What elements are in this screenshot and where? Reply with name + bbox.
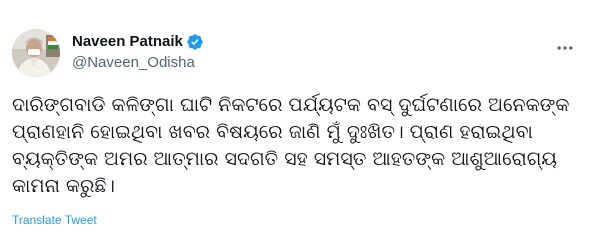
tweet-card: Naveen Patnaik @Naveen_Odisha ଦାରିଙ୍ଗବାଡ… — [0, 0, 593, 246]
profile-photo-icon — [12, 29, 60, 77]
verified-badge-icon — [186, 33, 204, 51]
author-identity: Naveen Patnaik @Naveen_Odisha — [72, 32, 204, 73]
tweet-header: Naveen Patnaik @Naveen_Odisha — [12, 29, 581, 77]
author-name-row: Naveen Patnaik — [72, 32, 204, 52]
author-handle[interactable]: @Naveen_Odisha — [72, 53, 204, 73]
more-options-button[interactable] — [554, 37, 576, 59]
avatar[interactable] — [12, 29, 60, 77]
author-name[interactable]: Naveen Patnaik — [72, 32, 183, 52]
more-horizontal-icon — [557, 46, 573, 50]
translate-tweet-link[interactable]: Translate Tweet — [12, 212, 97, 228]
tweet-text: ଦାରିଙ୍ଗବାଡି କଳିଙ୍ଗା ଘାଟି ନିକଟରେ ପର୍ଯ୍ୟଟକ… — [12, 94, 570, 197]
